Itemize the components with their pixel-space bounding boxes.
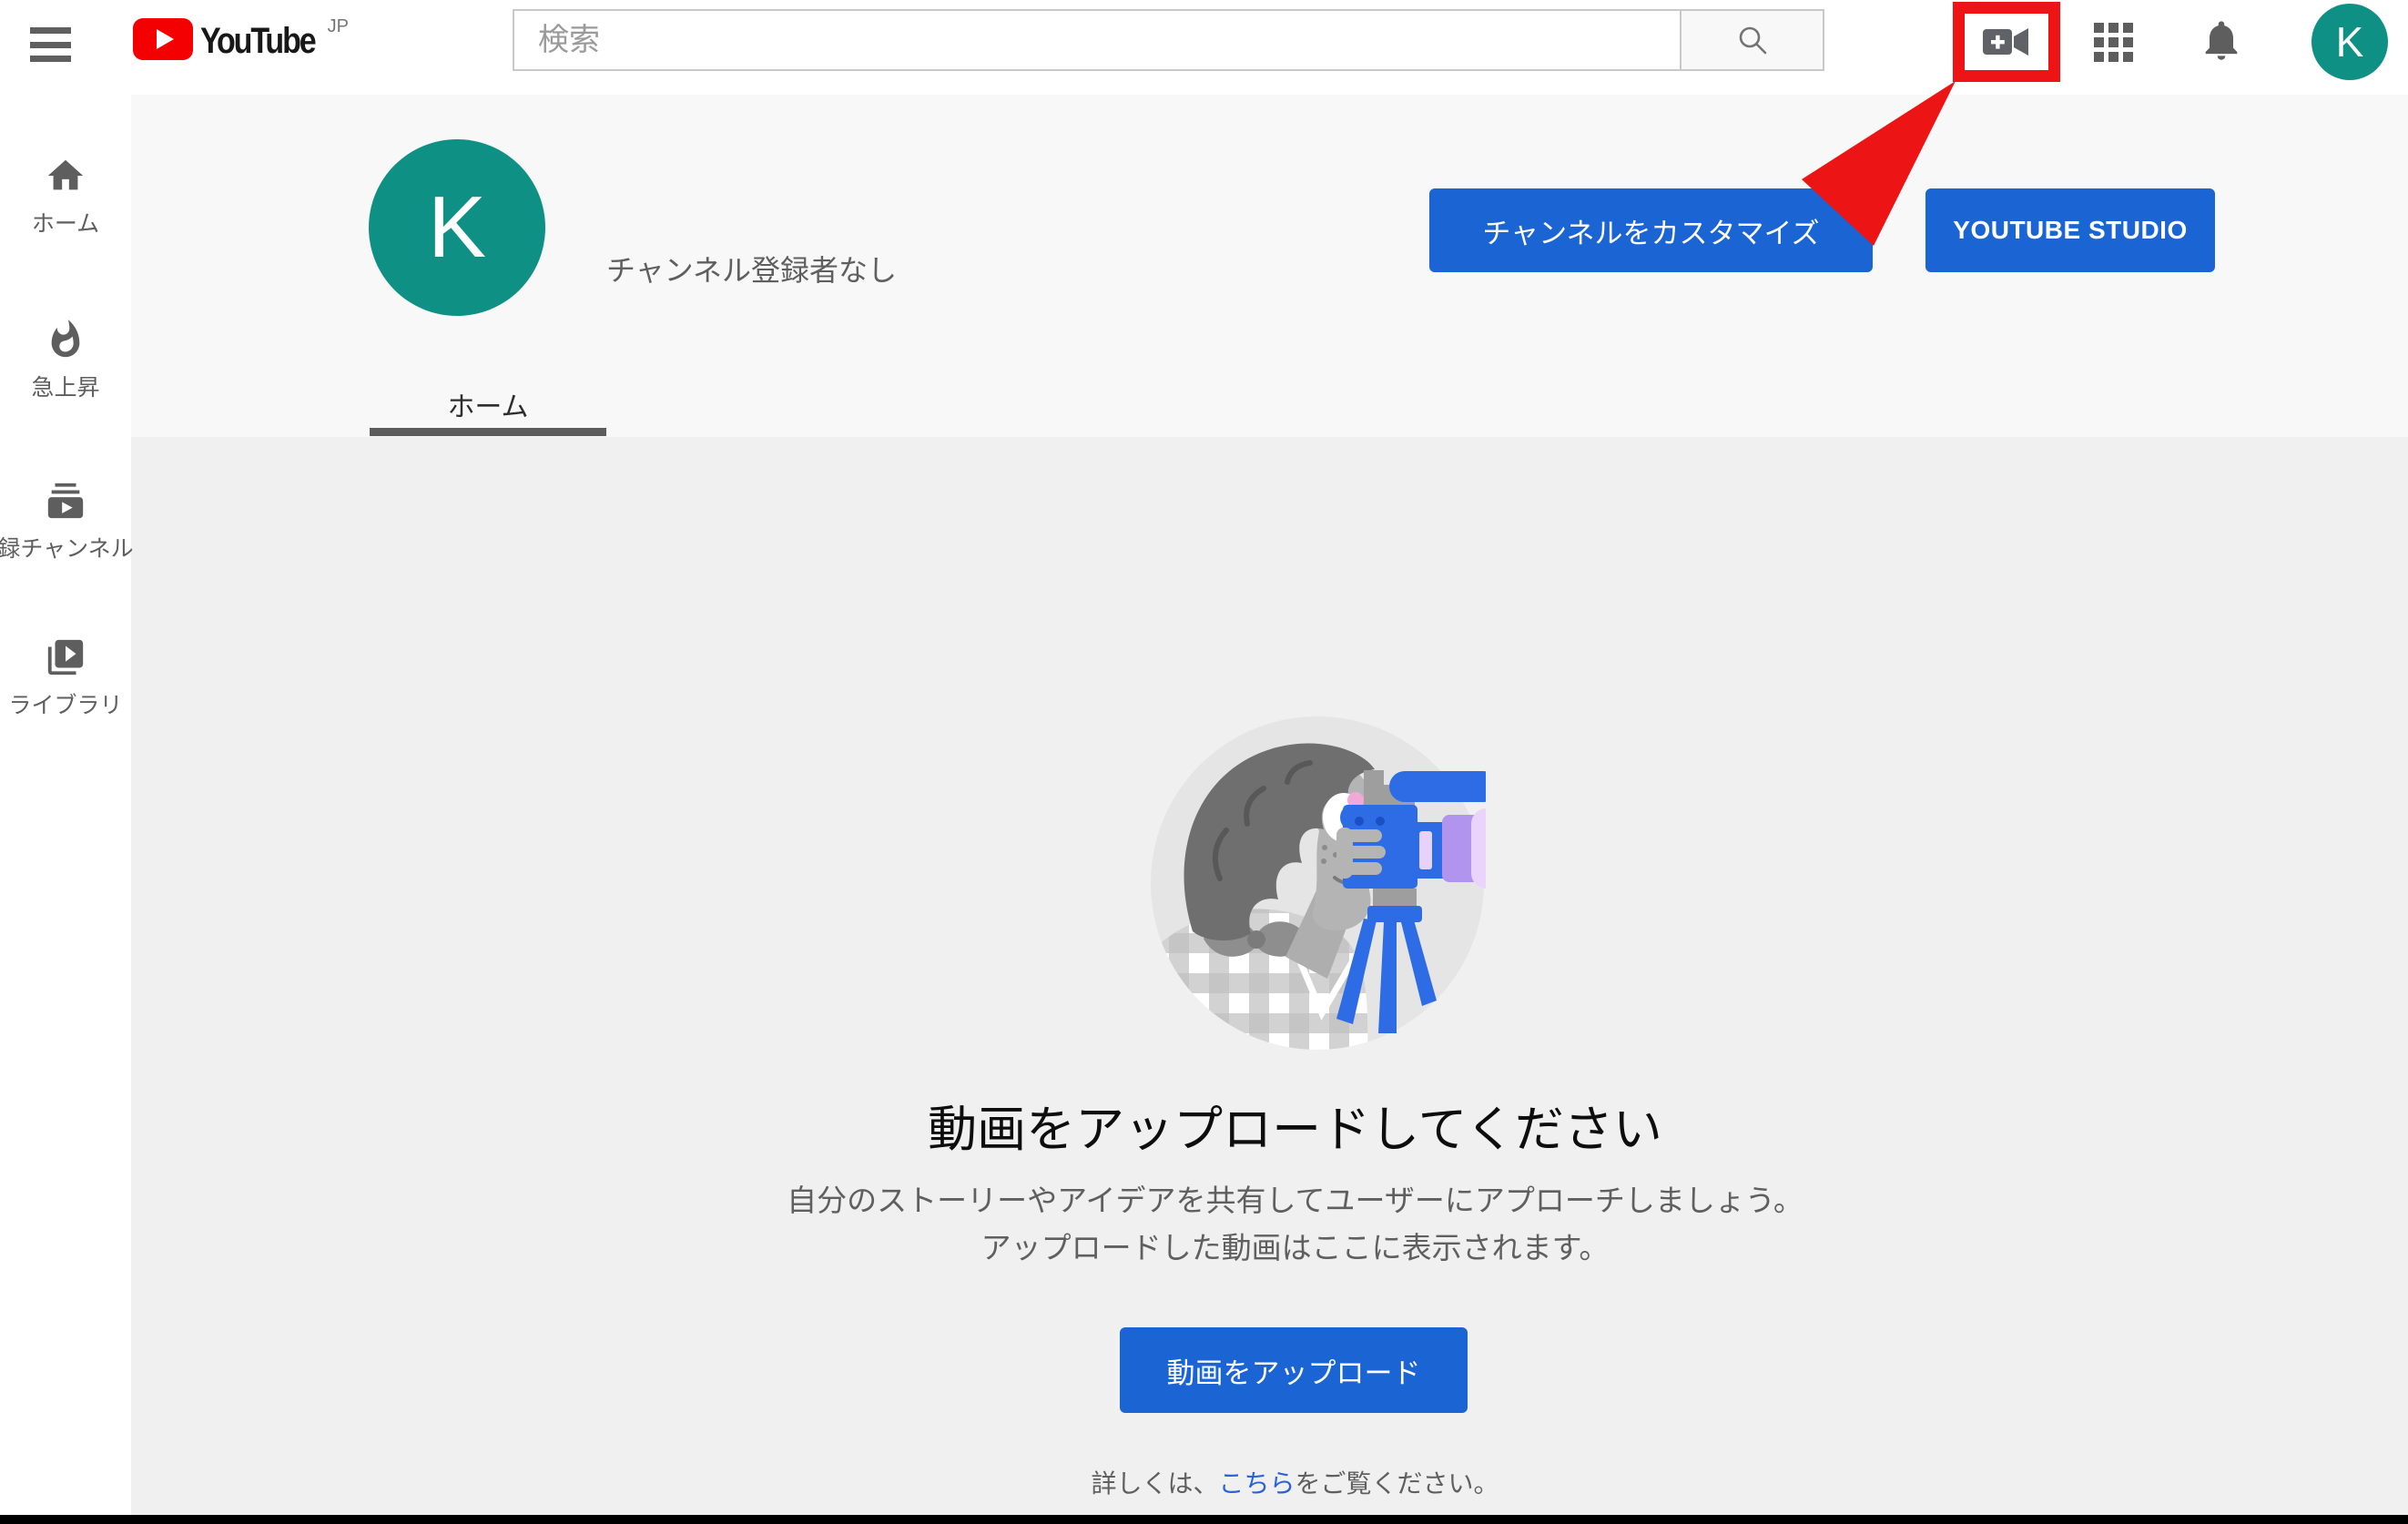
bottom-edge-bar (0, 1515, 2408, 1524)
video-create-icon (1980, 22, 2033, 62)
sidebar-item-home[interactable]: ホーム (0, 155, 131, 239)
sidebar-item-library[interactable]: ライブラリ (0, 636, 131, 720)
channel-avatar[interactable]: K (369, 139, 545, 316)
logo-region-label: JP (328, 16, 349, 37)
sidebar-item-trending[interactable]: 急上昇 (0, 319, 131, 402)
sidebar-item-subscriptions[interactable]: 録チャンネル (0, 480, 131, 564)
youtube-play-icon (133, 18, 193, 60)
customize-channel-button[interactable]: チャンネルをカスタマイズ (1429, 188, 1873, 272)
empty-state-description-line1: 自分のストーリーやアイデアを共有してユーザーにアプローチしましょう。 (182, 1176, 2408, 1220)
tab-home-active-underline (370, 428, 606, 436)
sidebar-item-label: ホーム (0, 206, 184, 239)
channel-header: K チャンネル登録者なし チャンネルをカスタマイズ YOUTUBE STUDIO… (131, 95, 2408, 437)
search-icon (1735, 23, 1770, 57)
menu-icon[interactable] (30, 27, 71, 62)
channel-avatar-initial: K (428, 178, 486, 278)
youtube-channel-page: YouTube JP K (0, 0, 2408, 1524)
youtube-wordmark: YouTube (200, 18, 315, 64)
create-video-button-highlighted[interactable] (1953, 2, 2060, 82)
library-icon (45, 636, 86, 678)
sidebar-item-label: 急上昇 (0, 370, 184, 402)
top-bar: YouTube JP K (0, 0, 2408, 95)
empty-state-title: 動画をアップロードしてください (182, 1089, 2408, 1161)
sidebar-item-label: 録チャンネル (0, 531, 184, 564)
account-avatar-initial: K (2336, 17, 2364, 66)
youtube-logo[interactable]: YouTube JP (133, 18, 349, 64)
footer-text-suffix: をご覧ください。 (1295, 1469, 1499, 1498)
notifications-bell-icon[interactable] (2198, 15, 2245, 65)
upload-empty-state-illustration (1149, 713, 1486, 1050)
empty-state-description-line2: アップロードした動画はここに表示されます。 (182, 1224, 2408, 1267)
tab-home[interactable]: ホーム (370, 384, 606, 424)
apps-grid-icon[interactable] (2094, 23, 2133, 62)
upload-video-button[interactable]: 動画をアップロード (1120, 1327, 1468, 1413)
subscriber-count: チャンネル登録者なし (606, 248, 897, 290)
youtube-studio-button[interactable]: YOUTUBE STUDIO (1925, 188, 2215, 272)
empty-state-footer: 詳しくは、こちらをご覧ください。 (182, 1464, 2408, 1500)
subscriptions-icon (45, 480, 86, 522)
fire-icon (45, 319, 86, 361)
channel-content-area: 動画をアップロードしてください 自分のストーリーやアイデアを共有してユーザーにア… (131, 437, 2408, 1515)
sidebar: ホーム 急上昇 録チャンネル ライブラリ (0, 95, 131, 1515)
sidebar-item-label: ライブラリ (0, 687, 184, 720)
learn-more-link[interactable]: こちら (1218, 1469, 1295, 1498)
footer-text-prefix: 詳しくは、 (1091, 1469, 1218, 1498)
home-icon (45, 155, 86, 197)
search-button[interactable] (1682, 9, 1824, 71)
account-avatar[interactable]: K (2311, 4, 2388, 80)
search-input[interactable] (513, 9, 1682, 71)
